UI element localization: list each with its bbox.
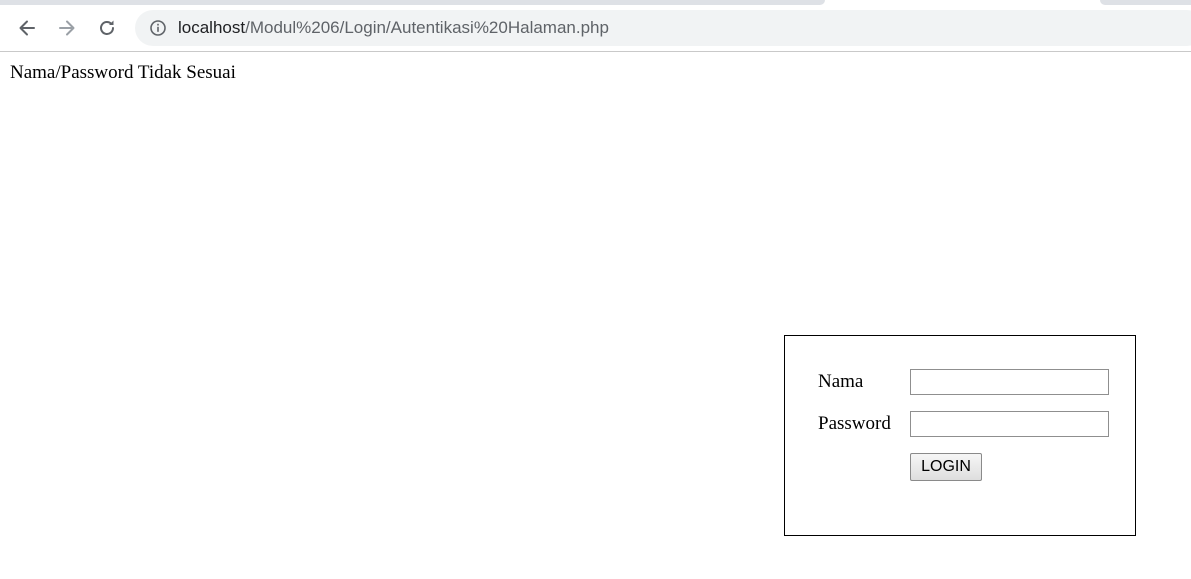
address-bar[interactable]: localhost/Modul%206/Login/Autentikasi%20…: [135, 10, 1191, 46]
reload-button[interactable]: [92, 13, 122, 43]
browser-toolbar: localhost/Modul%206/Login/Autentikasi%20…: [0, 5, 1191, 52]
reload-icon: [97, 18, 117, 38]
password-label: Password: [818, 413, 891, 434]
error-message: Nama/Password Tidak Sesuai: [10, 62, 236, 83]
url-host: localhost: [178, 18, 246, 37]
url-path: /Modul%206/Login/Autentikasi%20Halaman.p…: [245, 18, 609, 37]
back-button[interactable]: [12, 13, 42, 43]
forward-button[interactable]: [52, 13, 82, 43]
nama-input[interactable]: [910, 369, 1109, 395]
info-icon[interactable]: [149, 19, 167, 37]
nama-label: Nama: [818, 371, 864, 392]
arrow-left-icon: [17, 18, 37, 38]
login-form: Nama Password LOGIN: [784, 335, 1136, 536]
arrow-right-icon: [57, 18, 77, 38]
login-button[interactable]: LOGIN: [910, 453, 982, 481]
url-text[interactable]: localhost/Modul%206/Login/Autentikasi%20…: [178, 18, 609, 38]
password-input[interactable]: [910, 411, 1109, 437]
